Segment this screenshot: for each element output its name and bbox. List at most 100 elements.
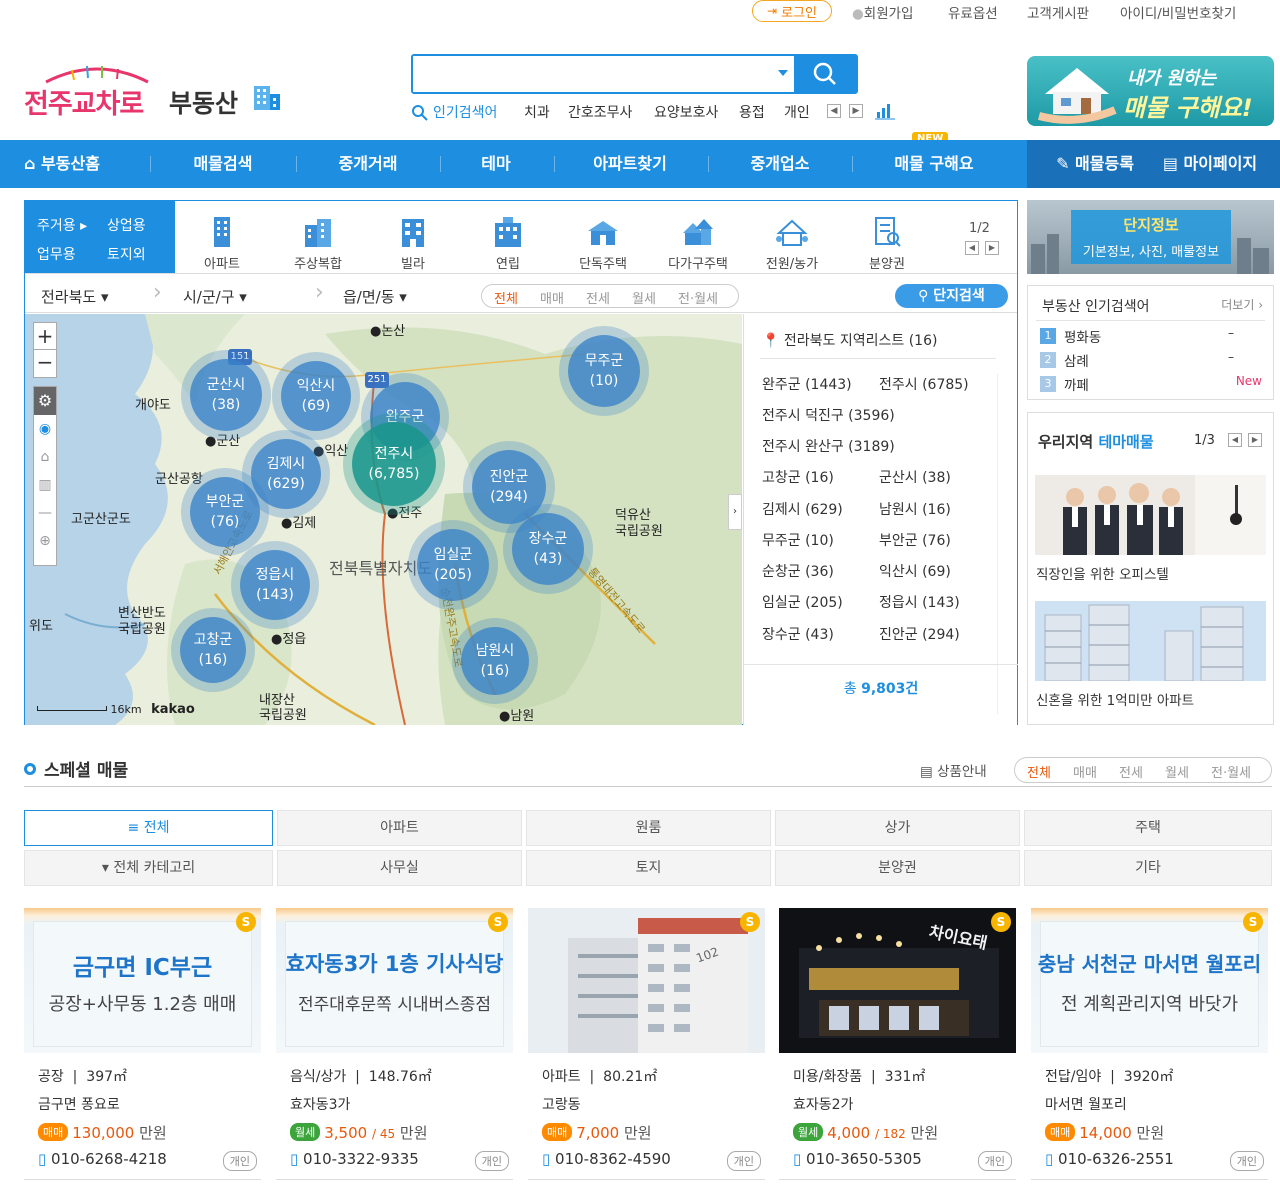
deal-tab-sale[interactable]: 매매 (540, 288, 564, 307)
map-cluster[interactable]: 임실군 (205) (417, 529, 489, 601)
popular-keyword[interactable]: 치과 (524, 102, 550, 122)
zoom-in-icon[interactable]: + (34, 323, 56, 350)
nav-wanted[interactable]: 매물 구해요 (862, 140, 1006, 188)
region-link[interactable]: 전주시 완산구 (3189) (762, 436, 895, 456)
region-map[interactable]: 151 251 ●논산 개야도 ●군산 ●익산 군산공항 고군산군도 ●김제 ●… (25, 314, 742, 725)
type-next-icon[interactable]: ▶ (985, 241, 999, 255)
nav-theme[interactable]: 테마 (448, 140, 544, 188)
listing-card[interactable]: 금구면 IC부근 공장+사무동 1.2층 매매 S 공장 | 397㎡ 금구면 … (24, 908, 261, 1180)
map-cluster[interactable]: 진안군 (294) (472, 450, 546, 524)
usage-residential[interactable]: 주거용 ▸ (37, 215, 87, 235)
type-mixed-use[interactable]: 주상복합 (273, 209, 363, 272)
type-presale-right[interactable]: 분양권 (842, 209, 932, 272)
popular-keyword[interactable]: 간호조무사 (568, 102, 632, 122)
province-select[interactable]: 전라북도 ▾ (41, 286, 109, 307)
popular-keyword[interactable]: 요양보호사 (654, 102, 718, 122)
deal-tab-all[interactable]: 전체 (1027, 762, 1051, 781)
type-country-house[interactable]: 전원/농가 (747, 209, 837, 272)
map-cluster[interactable]: 익산시 (69) (281, 361, 351, 431)
region-link[interactable]: 남원시 (16) (879, 499, 951, 519)
ranking-chart-icon[interactable] (875, 102, 895, 120)
region-link[interactable]: 전주시 덕진구 (3596) (762, 405, 895, 425)
region-link[interactable]: 장수군 (43) (762, 624, 834, 644)
region-link[interactable]: 김제시 (629) (762, 499, 843, 519)
find-account-link[interactable]: 아이디/비밀번호찾기 (1120, 2, 1236, 22)
login-button[interactable]: ⇥ 로그인 (752, 0, 832, 22)
region-link[interactable]: 무주군 (10) (762, 530, 834, 550)
house-filter-icon[interactable]: ⌂ (34, 443, 56, 471)
map-cluster[interactable]: 남원시 (16) (461, 627, 529, 695)
theme-image-office[interactable] (1035, 475, 1266, 555)
rank-item[interactable]: 2 삼례 – (1040, 350, 1262, 370)
building-filter-icon[interactable]: ▥ (34, 471, 56, 499)
more-link[interactable]: 더보기 › (1221, 296, 1263, 313)
region-link[interactable]: 전주시 (6785) (879, 374, 969, 394)
list-toggle-icon[interactable]: › (728, 494, 742, 530)
listing-phone[interactable]: ▯ 010-6326-2551 (1045, 1150, 1174, 1168)
map-cluster[interactable]: 부안군 (76) (190, 477, 260, 547)
deal-tab-monthly[interactable]: 월세 (1165, 762, 1189, 781)
zoom-out-icon[interactable]: − (34, 350, 56, 377)
nav-agencies[interactable]: 중개업소 (716, 140, 844, 188)
region-link[interactable]: 군산시 (38) (879, 467, 951, 487)
map-cluster[interactable]: 장수군 (43) (512, 513, 584, 585)
customer-board-link[interactable]: 고객게시판 (1027, 2, 1089, 22)
region-link[interactable]: 고창군 (16) (762, 467, 834, 487)
type-row-house[interactable]: 연립 (463, 209, 553, 272)
popular-keyword[interactable]: 개인 (784, 102, 810, 122)
theme-next-icon[interactable]: ▶ (1248, 433, 1262, 447)
next-arrow-icon[interactable]: ▶ (849, 104, 863, 118)
search-button[interactable] (794, 56, 856, 92)
paid-options-link[interactable]: 유료옵션 (948, 2, 998, 22)
map-cluster[interactable]: 군산시 (38) (190, 359, 262, 431)
type-multi-family[interactable]: 다가구주택 (653, 209, 743, 272)
town-select[interactable]: 읍/면/동 ▾ (343, 286, 407, 307)
nav-brokerage[interactable]: 중개거래 (304, 140, 432, 188)
region-link[interactable]: 순창군 (36) (762, 561, 834, 581)
settings-gear-icon[interactable]: ⚙ (34, 387, 56, 415)
category-house[interactable]: 주택 (1024, 810, 1272, 846)
region-link[interactable]: 완주군 (1443) (762, 374, 852, 394)
mypage-button[interactable]: ▤ 마이페이지 (1155, 140, 1265, 188)
category-land[interactable]: 토지 (526, 850, 771, 886)
search-dropdown-icon[interactable] (778, 70, 788, 76)
map-cluster[interactable]: 무주군 (10) (568, 335, 640, 407)
signup-link[interactable]: ●회원가입 (852, 2, 913, 22)
popular-keyword[interactable]: 용접 (739, 102, 765, 122)
deal-tab-jeonse[interactable]: 전세 (586, 288, 610, 307)
listing-phone[interactable]: ▯ 010-3322-9335 (290, 1150, 419, 1168)
region-link[interactable]: 임실군 (205) (762, 592, 843, 612)
deal-tab-monthly[interactable]: 월세 (632, 288, 656, 307)
type-villa[interactable]: 빌라 (368, 209, 458, 272)
category-office[interactable]: 사무실 (277, 850, 522, 886)
category-store[interactable]: 상가 (775, 810, 1020, 846)
map-cluster-active[interactable]: 전주시 (6,785) (352, 422, 436, 506)
search-input[interactable] (413, 56, 773, 92)
usage-land[interactable]: 토지외 (107, 244, 146, 264)
theme-prev-icon[interactable]: ◀ (1228, 433, 1242, 447)
usage-business[interactable]: 업무용 (37, 244, 76, 264)
listing-card[interactable]: 충남 서천군 마서면 월포리 전 계획관리지역 바닷가 S 전답/임야 | 39… (1031, 908, 1268, 1180)
usage-commercial[interactable]: 상업용 (107, 215, 146, 235)
map-cluster[interactable]: 김제시 (629) (251, 439, 321, 509)
deal-tab-all[interactable]: 전체 (494, 288, 518, 307)
region-link[interactable]: 진안군 (294) (879, 624, 960, 644)
listing-phone[interactable]: ▯ 010-3650-5305 (793, 1150, 922, 1168)
deal-tab-sale[interactable]: 매매 (1073, 762, 1097, 781)
category-all-dropdown[interactable]: ▾ 전체 카테고리 (24, 850, 273, 886)
type-detached-house[interactable]: 단독주택 (558, 209, 648, 272)
rank-item[interactable]: 3 까페 New (1040, 374, 1262, 394)
register-property-button[interactable]: ✎ 매물등록 (1043, 140, 1147, 188)
nav-home[interactable]: ⌂ 부동산홈 (24, 140, 134, 188)
map-cluster[interactable]: 고창군 (16) (180, 617, 246, 683)
deal-tab-jeonse[interactable]: 전세 (1119, 762, 1143, 781)
listing-phone[interactable]: ▯ 010-6268-4218 (38, 1150, 167, 1168)
category-oneroom[interactable]: 원룸 (526, 810, 771, 846)
map-cluster[interactable]: 정읍시 (143) (240, 550, 310, 620)
type-apartment[interactable]: 아파트 (177, 209, 267, 272)
deal-tab-mixed[interactable]: 전·월세 (1211, 762, 1251, 781)
nav-apartment-finder[interactable]: 아파트찾기 (562, 140, 698, 188)
type-prev-icon[interactable]: ◀ (965, 241, 979, 255)
location-dot-icon[interactable]: ◉ (34, 415, 56, 443)
theme-image-apartment[interactable] (1035, 601, 1266, 681)
